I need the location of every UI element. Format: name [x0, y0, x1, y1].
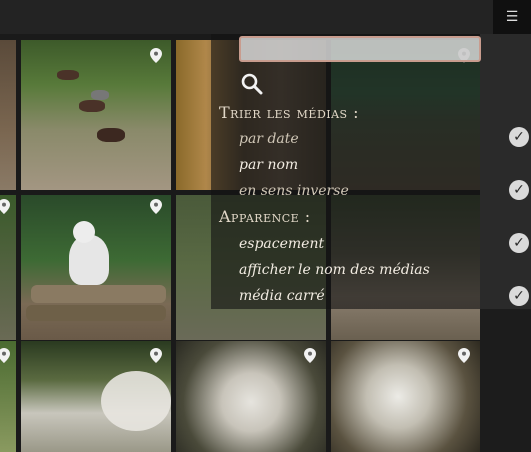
- media-thumbnail[interactable]: [0, 195, 16, 340]
- search-input[interactable]: [239, 36, 481, 62]
- media-thumbnail[interactable]: [0, 40, 16, 190]
- sort-reverse-option[interactable]: en sens inverse: [239, 183, 349, 199]
- menu-button[interactable]: ☰: [493, 0, 531, 34]
- options-check-column: [480, 34, 531, 309]
- location-pin-icon: [0, 199, 10, 214]
- location-pin-icon: [150, 348, 162, 363]
- menu-icon: ☰: [505, 9, 519, 25]
- checkmark-icon: ✓: [509, 233, 529, 253]
- checkmark-icon: ✓: [509, 180, 529, 200]
- sort-by-date-option[interactable]: par date: [239, 131, 299, 147]
- location-pin-icon: [458, 348, 470, 363]
- appearance-section-title: Apparence :: [219, 207, 311, 226]
- sort-by-name-option[interactable]: par nom: [239, 157, 298, 173]
- location-pin-icon: [150, 199, 162, 214]
- show-media-names-option[interactable]: afficher le nom des médias: [239, 262, 430, 278]
- location-pin-icon: [304, 348, 316, 363]
- checkmark-icon: ✓: [509, 127, 529, 147]
- right-panel-background: [480, 309, 531, 452]
- checkmark-icon: ✓: [509, 286, 529, 306]
- media-thumbnail[interactable]: [21, 341, 171, 452]
- spacing-option[interactable]: espacement: [239, 236, 324, 252]
- media-thumbnail[interactable]: [21, 195, 171, 340]
- location-pin-icon: [0, 348, 10, 363]
- sort-section-title: Trier les médias :: [219, 103, 360, 122]
- location-pin-icon: [150, 48, 162, 63]
- search-icon[interactable]: [240, 72, 264, 96]
- square-media-option[interactable]: média carré: [239, 288, 325, 304]
- top-bar: [0, 0, 493, 34]
- media-thumbnail[interactable]: [21, 40, 171, 190]
